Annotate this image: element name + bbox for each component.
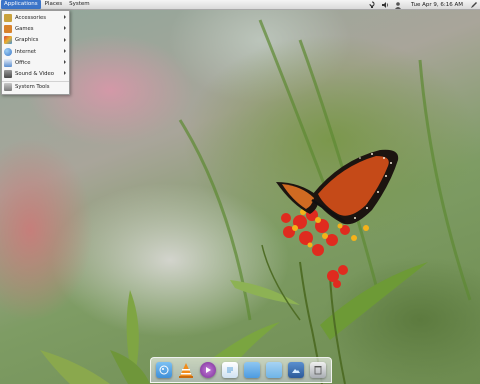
system-tray: Tue Apr 9, 6:16 AM (366, 0, 480, 10)
text-editor-icon[interactable] (222, 362, 238, 378)
menu-item-sound-video[interactable]: Sound & Video (2, 68, 69, 79)
places-menu-button[interactable]: Places (42, 0, 66, 9)
submenu-arrow-icon (64, 60, 66, 65)
menu-item-system-tools[interactable]: System Tools (2, 80, 69, 93)
sound-video-icon (4, 70, 12, 79)
network-icon[interactable] (368, 1, 377, 10)
top-panel: Applications Places System Tue Apr 9, 6:… (0, 0, 480, 10)
menu-item-label: Accessories (15, 14, 47, 21)
menu-item-label: Office (15, 59, 31, 66)
menu-item-label: Sound & Video (15, 71, 55, 78)
internet-icon (4, 47, 12, 56)
games-icon (4, 24, 12, 33)
image-viewer-icon[interactable] (288, 362, 304, 378)
system-menu-button[interactable]: System (66, 0, 93, 9)
menu-item-graphics[interactable]: Graphics (2, 35, 69, 46)
pen-icon[interactable] (469, 1, 478, 10)
volume-icon[interactable] (381, 1, 390, 10)
system-tools-icon (4, 83, 12, 92)
dock (150, 357, 332, 383)
finder-icon[interactable] (156, 362, 172, 378)
submenu-arrow-icon (64, 48, 66, 53)
menu-item-internet[interactable]: Internet (2, 46, 69, 57)
desktop-wallpaper (0, 0, 480, 384)
applications-menu-button[interactable]: Applications (1, 0, 41, 9)
folder-icon[interactable] (244, 362, 260, 378)
submenu-arrow-icon (64, 26, 66, 31)
menu-item-label: Internet (15, 48, 37, 55)
trash-icon[interactable] (310, 362, 326, 378)
media-player-icon[interactable] (200, 362, 216, 378)
panel-menu-bar: Applications Places System (0, 0, 93, 10)
butterfly-wallpaper-art (40, 19, 472, 384)
panel-clock[interactable]: Tue Apr 9, 6:16 AM (411, 2, 463, 8)
home-folder-icon[interactable] (266, 362, 282, 378)
menu-item-games[interactable]: Games (2, 23, 69, 34)
vlc-icon[interactable] (178, 362, 194, 378)
graphics-icon (4, 36, 12, 45)
menu-item-office[interactable]: Office (2, 57, 69, 68)
submenu-arrow-icon (64, 15, 66, 19)
menu-item-label: System Tools (15, 84, 50, 91)
applications-menu-dropdown: Accessories Games Graphics Internet Offi… (1, 10, 70, 96)
submenu-arrow-icon (64, 37, 66, 42)
submenu-arrow-icon (64, 71, 66, 76)
menu-item-accessories[interactable]: Accessories (2, 12, 69, 23)
user-icon[interactable] (394, 1, 403, 10)
office-icon (4, 58, 12, 67)
menu-item-label: Games (15, 25, 34, 32)
accessories-icon (4, 13, 12, 22)
menu-item-label: Graphics (15, 37, 39, 44)
